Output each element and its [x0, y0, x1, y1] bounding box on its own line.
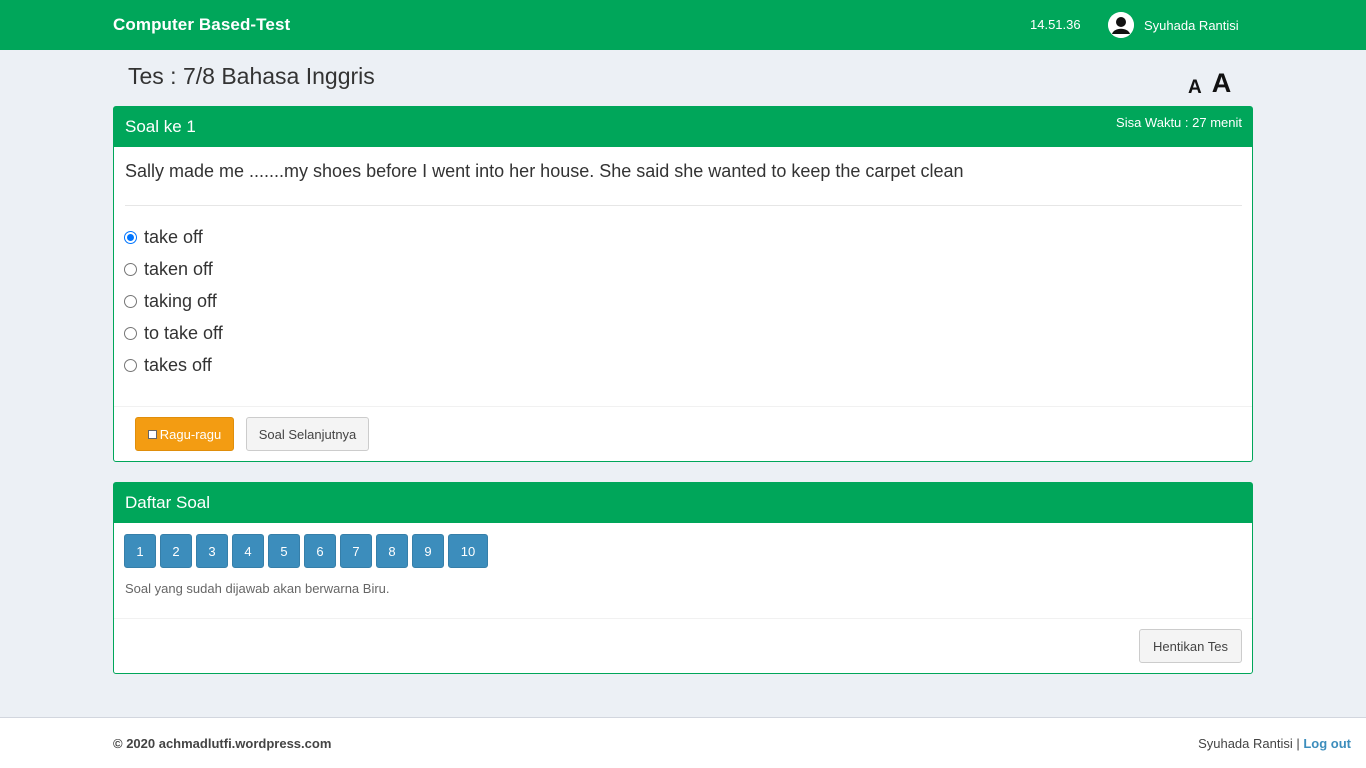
answer-option-label: taking off — [144, 291, 217, 311]
clock: 14.51.36 — [1030, 17, 1081, 32]
question-number-button[interactable]: 10 — [448, 534, 488, 568]
question-list-title: Daftar Soal — [125, 493, 211, 512]
answer-options: take off taken off taking off to take of… — [124, 227, 223, 387]
answer-option[interactable]: taking off — [124, 291, 223, 323]
user-avatar-icon — [1108, 12, 1134, 38]
user-name: Syuhada Rantisi — [1144, 17, 1239, 33]
question-number-button[interactable]: 8 — [376, 534, 408, 568]
page-footer: © 2020 achmadlutfi.wordpress.com Syuhada… — [0, 717, 1366, 768]
page-title: Tes : 7/8 Bahasa Inggris — [128, 63, 375, 89]
radio-button[interactable] — [124, 295, 137, 308]
question-panel-header: Soal ke 1 Sisa Waktu : 27 menit — [114, 107, 1252, 147]
question-panel-footer: Ragu-ragu Soal Selanjutnya — [114, 406, 1252, 462]
remaining-time: Sisa Waktu : 27 menit — [1116, 115, 1242, 130]
divider — [125, 205, 1242, 206]
stop-test-button[interactable]: Hentikan Tes — [1139, 629, 1242, 663]
answer-option-label: taken off — [144, 259, 213, 279]
answered-hint: Soal yang sudah dijawab akan berwarna Bi… — [125, 581, 390, 596]
question-list-header: Daftar Soal — [114, 483, 1252, 523]
top-navbar: Computer Based-Test 14.51.36 Syuhada Ran… — [0, 0, 1366, 50]
question-number-button[interactable]: 3 — [196, 534, 228, 568]
user-menu[interactable]: Syuhada Rantisi — [1108, 12, 1239, 38]
doubt-checkbox[interactable] — [147, 429, 157, 439]
next-question-button[interactable]: Soal Selanjutnya — [246, 417, 369, 451]
question-number: Soal ke 1 — [125, 117, 196, 136]
question-text: Sally made me .......my shoes before I w… — [125, 161, 964, 181]
question-number-button[interactable]: 7 — [340, 534, 372, 568]
radio-button[interactable] — [124, 231, 137, 244]
question-number-list: 1 2 3 4 5 6 7 8 9 10 — [124, 534, 488, 568]
question-list-panel: Daftar Soal 1 2 3 4 5 6 7 8 9 10 Soal ya… — [113, 482, 1253, 674]
radio-button[interactable] — [124, 263, 137, 276]
answer-option[interactable]: takes off — [124, 355, 223, 387]
question-number-button[interactable]: 6 — [304, 534, 336, 568]
copyright: © 2020 achmadlutfi.wordpress.com — [113, 736, 332, 751]
app-brand[interactable]: Computer Based-Test — [113, 15, 290, 35]
footer-user: Syuhada Rantisi | Log out — [1198, 736, 1351, 751]
font-size-controls: A A — [1188, 70, 1232, 98]
question-number-button[interactable]: 5 — [268, 534, 300, 568]
footer-user-name: Syuhada Rantisi — [1198, 736, 1293, 751]
font-increase-button[interactable]: A — [1212, 70, 1232, 97]
answer-option[interactable]: take off — [124, 227, 223, 259]
question-number-button[interactable]: 4 — [232, 534, 264, 568]
doubt-button-label: Ragu-ragu — [159, 426, 222, 442]
question-number-button[interactable]: 9 — [412, 534, 444, 568]
font-decrease-button[interactable]: A — [1188, 78, 1202, 97]
question-number-button[interactable]: 2 — [160, 534, 192, 568]
logout-link[interactable]: Log out — [1303, 736, 1351, 751]
doubt-button[interactable]: Ragu-ragu — [135, 417, 234, 451]
answer-option[interactable]: taken off — [124, 259, 223, 291]
answer-option-label: take off — [144, 227, 203, 247]
question-number-button[interactable]: 1 — [124, 534, 156, 568]
answer-option-label: takes off — [144, 355, 212, 375]
footer-separator: | — [1292, 736, 1304, 751]
answer-option-label: to take off — [144, 323, 223, 343]
radio-button[interactable] — [124, 327, 137, 340]
answer-option[interactable]: to take off — [124, 323, 223, 355]
question-panel: Soal ke 1 Sisa Waktu : 27 menit Sally ma… — [113, 106, 1253, 462]
radio-button[interactable] — [124, 359, 137, 372]
divider — [114, 618, 1252, 619]
